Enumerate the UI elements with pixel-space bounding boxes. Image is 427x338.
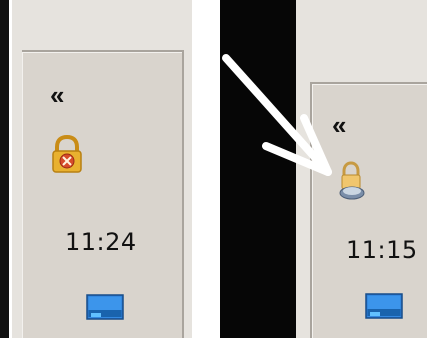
right-taskbar-crop: « 11:15 — [220, 0, 427, 338]
right-notification-area: « 11:15 — [310, 82, 427, 338]
left-black-edge — [0, 0, 9, 338]
monitor-icon-graphic — [365, 293, 403, 319]
lock-warning-icon[interactable] — [46, 134, 88, 176]
monitor-icon-graphic — [86, 294, 124, 320]
show-desktop-icon[interactable] — [364, 292, 404, 322]
lock-user-icon[interactable] — [332, 160, 370, 202]
system-clock[interactable]: 11:15 — [346, 238, 418, 262]
show-hidden-icons-button[interactable]: « — [50, 82, 65, 108]
right-black-region — [220, 0, 296, 338]
show-desktop-icon[interactable] — [85, 293, 125, 323]
left-white-edge — [9, 0, 12, 338]
left-taskbar-crop: « 11:24 — [0, 0, 192, 338]
lock-warning-icon-graphic — [52, 134, 82, 173]
system-clock[interactable]: 11:24 — [65, 230, 137, 254]
left-notification-area: « 11:24 — [22, 50, 184, 338]
lock-user-icon-graphic — [339, 161, 365, 200]
screenshot-comparison: « 11:24 « 11:15 — [0, 0, 427, 338]
show-hidden-icons-button[interactable]: « — [332, 112, 347, 138]
